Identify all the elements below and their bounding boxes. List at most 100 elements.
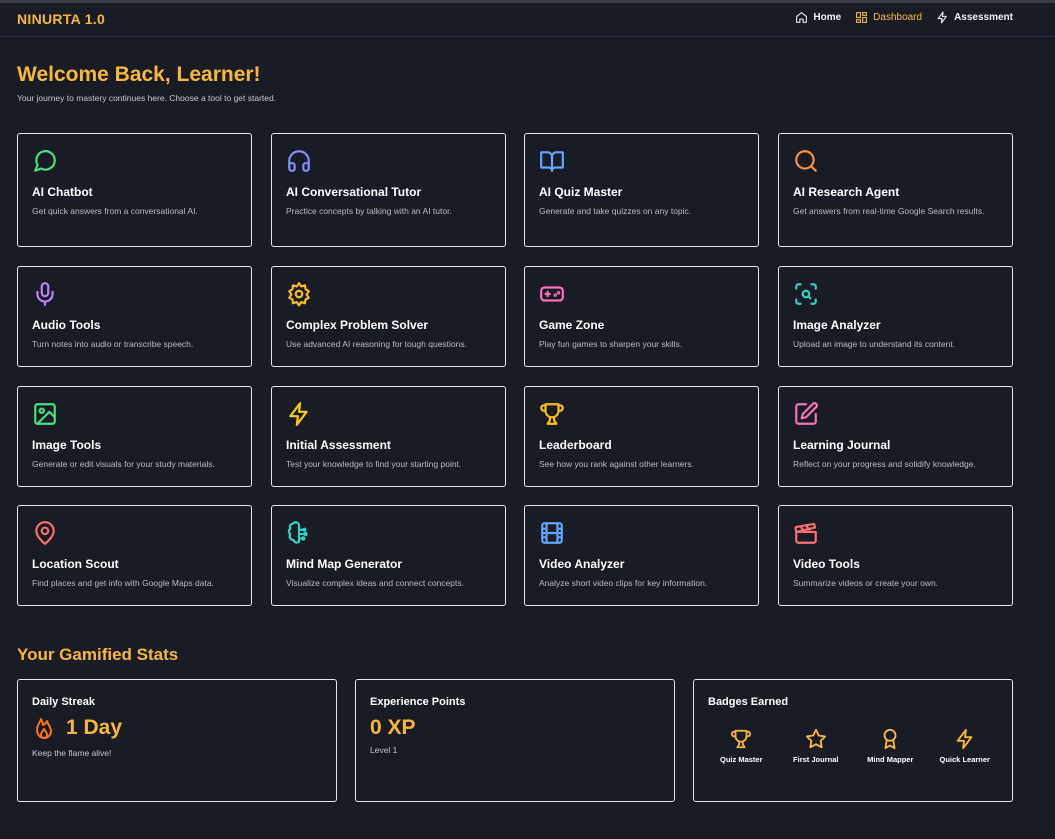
xp-level: Level 1 — [370, 745, 398, 755]
tool-description: Summarize videos or create your own. — [793, 578, 939, 588]
clapperboard-icon — [794, 522, 817, 544]
bolt-icon — [289, 402, 308, 426]
tool-card-video-analyzer[interactable]: Video Analyzer Analyze short video clips … — [524, 505, 759, 606]
tool-title: AI Chatbot — [32, 185, 93, 199]
tool-title: Learning Journal — [793, 438, 891, 452]
xp-label: Experience Points — [370, 696, 466, 708]
tool-description: Generate or edit visuals for your study … — [32, 459, 215, 469]
tool-title: Mind Map Generator — [286, 557, 403, 571]
cog-icon — [288, 282, 310, 307]
tool-title: Leaderboard — [539, 438, 612, 452]
nav-assessment-label: Assessment — [954, 12, 1013, 23]
film-icon — [541, 522, 563, 544]
tool-description: Use advanced AI reasoning for tough ques… — [286, 339, 467, 349]
book-icon — [540, 151, 564, 172]
tool-icon — [32, 148, 58, 174]
bolt-icon — [956, 728, 973, 750]
tool-icon — [539, 520, 565, 546]
page-title: Welcome Back, Learner! — [17, 63, 261, 86]
tool-icon — [286, 520, 312, 546]
badge-row: Quiz Master First Journal Mind Mapper Quick… — [704, 728, 1002, 765]
top-navbar: NINURTA 1.0 Home Dashboard Assessment — [0, 3, 1055, 37]
tool-icon — [286, 401, 312, 427]
tool-card-ai-chatbot[interactable]: AI Chatbot Get quick answers from a conve… — [17, 133, 252, 247]
tool-card-learning-journal[interactable]: Learning Journal Reflect on your progress… — [778, 386, 1013, 487]
brand-logo[interactable]: NINURTA 1.0 — [17, 11, 105, 27]
tool-description: Get quick answers from a conversational … — [32, 206, 198, 216]
tool-card-ai-conversational-tutor[interactable]: AI Conversational Tutor Practice concepts… — [271, 133, 506, 247]
tool-description: Generate and take quizzes on any topic. — [539, 206, 692, 216]
daily-streak-value: 1 Day — [32, 716, 122, 740]
tool-card-image-analyzer[interactable]: Image Analyzer Upload an image to underst… — [778, 266, 1013, 367]
nav-dashboard[interactable]: Dashboard — [855, 11, 922, 24]
tool-title: Complex Problem Solver — [286, 318, 429, 332]
badge-name: Quick Learner — [939, 755, 990, 764]
daily-streak-text: 1 Day — [66, 716, 123, 739]
tool-card-image-tools[interactable]: Image Tools Generate or edit visuals for … — [17, 386, 252, 487]
tool-card-leaderboard[interactable]: Leaderboard See how you rank against othe… — [524, 386, 759, 487]
tool-icon — [539, 148, 565, 174]
dashboard-icon — [856, 12, 868, 23]
tool-title: AI Conversational Tutor — [286, 185, 422, 199]
xp-value: 0 XP — [370, 716, 416, 739]
tool-card-location-scout[interactable]: Location Scout Find places and get info w… — [17, 505, 252, 606]
badge-quick-learner: Quick Learner — [935, 728, 995, 765]
badges-label: Badges Earned — [708, 696, 789, 708]
tool-description: See how you rank against other learners. — [539, 459, 694, 469]
tool-title: Image Tools — [32, 438, 102, 452]
tool-card-video-tools[interactable]: Video Tools Summarize videos or create yo… — [778, 505, 1013, 606]
gamepad-icon — [540, 286, 564, 302]
flame-icon — [36, 718, 52, 739]
tool-icon — [539, 281, 565, 307]
tool-card-complex-problem-solver[interactable]: Complex Problem Solver Use advanced AI re… — [271, 266, 506, 367]
badges-card: Badges Earned Quiz Master First Journal Mi… — [693, 679, 1013, 802]
tool-icon — [32, 520, 58, 546]
tool-title: Game Zone — [539, 318, 605, 332]
brain-icon — [287, 521, 308, 544]
tool-title: AI Research Agent — [793, 185, 900, 199]
tool-description: Turn notes into audio or transcribe spee… — [32, 339, 194, 349]
tool-card-game-zone[interactable]: Game Zone Play fun games to sharpen your … — [524, 266, 759, 367]
tool-description: Practice concepts by talking with an AI … — [286, 206, 452, 216]
badge-name: First Journal — [793, 755, 839, 764]
tool-card-ai-research-agent[interactable]: AI Research Agent Get answers from real-t… — [778, 133, 1013, 247]
tool-title: Image Analyzer — [793, 318, 881, 332]
tool-description: Reflect on your progress and solidify kn… — [793, 459, 976, 469]
tool-description: Visualize complex ideas and connect conc… — [286, 578, 464, 588]
pencil-square-icon — [795, 402, 818, 425]
experience-points-card: Experience Points 0 XP Level 1 — [355, 679, 675, 802]
image-icon — [34, 403, 56, 425]
tool-icon — [32, 281, 58, 307]
nav-assessment[interactable]: Assessment — [936, 11, 1013, 24]
badge-first-journal: First Journal — [786, 728, 846, 765]
microphone-icon — [36, 282, 54, 306]
award-icon — [883, 728, 897, 750]
nav-home[interactable]: Home — [795, 11, 841, 24]
tool-description: Find places and get info with Google Map… — [32, 578, 214, 588]
tool-card-ai-quiz-master[interactable]: AI Quiz Master Generate and take quizzes … — [524, 133, 759, 247]
badge-name: Quiz Master — [719, 755, 763, 764]
tool-title: Audio Tools — [32, 318, 101, 332]
tool-icon — [286, 281, 312, 307]
trophy-icon — [731, 729, 752, 749]
tool-card-initial-assessment[interactable]: Initial Assessment Test your knowledge to… — [271, 386, 506, 487]
tool-card-mind-map-generator[interactable]: Mind Map Generator Visualize complex idea… — [271, 505, 506, 606]
bolt-icon — [937, 11, 947, 24]
map-pin-icon — [35, 521, 55, 545]
daily-streak-label: Daily Streak — [32, 696, 95, 708]
tool-card-audio-tools[interactable]: Audio Tools Turn notes into audio or tran… — [17, 266, 252, 367]
tool-title: Initial Assessment — [286, 438, 391, 452]
tool-description: Play fun games to sharpen your skills. — [539, 339, 683, 349]
star-icon — [805, 728, 826, 749]
badge-name: Mind Mapper — [867, 755, 914, 764]
tool-title: Video Analyzer — [539, 557, 625, 571]
main-nav: Home Dashboard Assessment — [795, 11, 1013, 24]
badge-mind-mapper: Mind Mapper — [860, 728, 920, 765]
tool-icon — [32, 401, 58, 427]
tool-icon — [793, 520, 819, 546]
trophy-icon — [540, 403, 564, 425]
daily-streak-note: Keep the flame alive! — [32, 748, 112, 758]
tool-description: Upload an image to understand its conten… — [793, 339, 956, 349]
nav-home-label: Home — [813, 12, 842, 23]
tool-icon — [539, 401, 565, 427]
